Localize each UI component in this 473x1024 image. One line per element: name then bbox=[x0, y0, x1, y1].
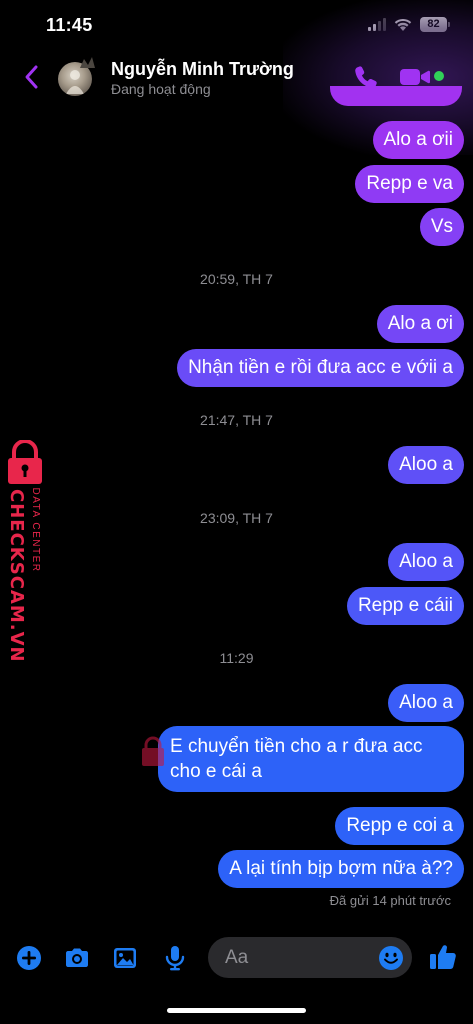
message-input-placeholder: Aa bbox=[225, 947, 249, 968]
watermark-subtitle: DATA CENTER bbox=[28, 480, 42, 580]
watermark-brand-text: CHECKSCAM.VN bbox=[6, 489, 27, 663]
add-icon[interactable] bbox=[15, 944, 43, 972]
microphone-icon[interactable] bbox=[161, 944, 189, 972]
status-icons: 82 bbox=[368, 17, 450, 32]
contact-status: Đang hoạt động bbox=[111, 81, 211, 97]
watermark-subtitle-text: DATA CENTER bbox=[30, 487, 41, 573]
message-bubble-partial[interactable] bbox=[330, 86, 462, 106]
back-chevron-icon[interactable] bbox=[20, 63, 44, 91]
camera-icon[interactable] bbox=[63, 944, 91, 972]
time-separator: 21:47, TH 7 bbox=[200, 412, 273, 428]
time-separator: 20:59, TH 7 bbox=[200, 271, 273, 287]
home-indicator bbox=[167, 1008, 306, 1013]
message-bubble-sent[interactable]: Repp e cáii bbox=[346, 587, 464, 625]
thumbs-up-icon[interactable] bbox=[428, 942, 458, 972]
message-bubble-sent[interactable]: Repp e coi a bbox=[335, 807, 464, 845]
message-bubble-sent[interactable]: Aloo a bbox=[388, 446, 464, 484]
message-bubble-sent[interactable]: Alo a ơi bbox=[376, 305, 464, 343]
checkscam-watermark-inline bbox=[142, 736, 164, 766]
message-bubble-sent[interactable]: Repp e va bbox=[355, 165, 464, 203]
status-time: 11:45 bbox=[46, 15, 93, 35]
time-separator: 23:09, TH 7 bbox=[200, 510, 273, 526]
time-separator: 11:29 bbox=[219, 650, 254, 666]
signal-icon bbox=[368, 18, 386, 31]
wifi-icon bbox=[394, 18, 412, 31]
contact-name[interactable]: Nguyễn Minh Trường bbox=[111, 59, 294, 80]
emoji-icon[interactable] bbox=[378, 945, 404, 971]
message-composer: Aa bbox=[0, 930, 473, 986]
image-icon[interactable] bbox=[111, 944, 139, 972]
delivery-status: Đã gửi 14 phút trước bbox=[329, 893, 451, 908]
message-bubble-sent[interactable]: Vs bbox=[419, 208, 464, 246]
message-bubble-sent[interactable]: Aloo a bbox=[388, 684, 464, 722]
avatar-status-decoration bbox=[80, 57, 95, 68]
message-bubble-sent[interactable]: Alo a ơii bbox=[372, 121, 464, 159]
message-bubble-sent[interactable]: Aloo a bbox=[388, 543, 464, 581]
message-input[interactable]: Aa bbox=[208, 937, 412, 978]
battery-indicator: 82 bbox=[420, 17, 450, 32]
online-status-dot bbox=[434, 71, 444, 81]
message-bubble-sent[interactable]: Nhận tiền e rồi đưa acc e vớii a bbox=[177, 349, 464, 387]
message-bubble-sent[interactable]: A lại tính bịp bợm nữa à?? bbox=[218, 850, 464, 888]
status-bar: 11:45 82 bbox=[0, 0, 473, 50]
